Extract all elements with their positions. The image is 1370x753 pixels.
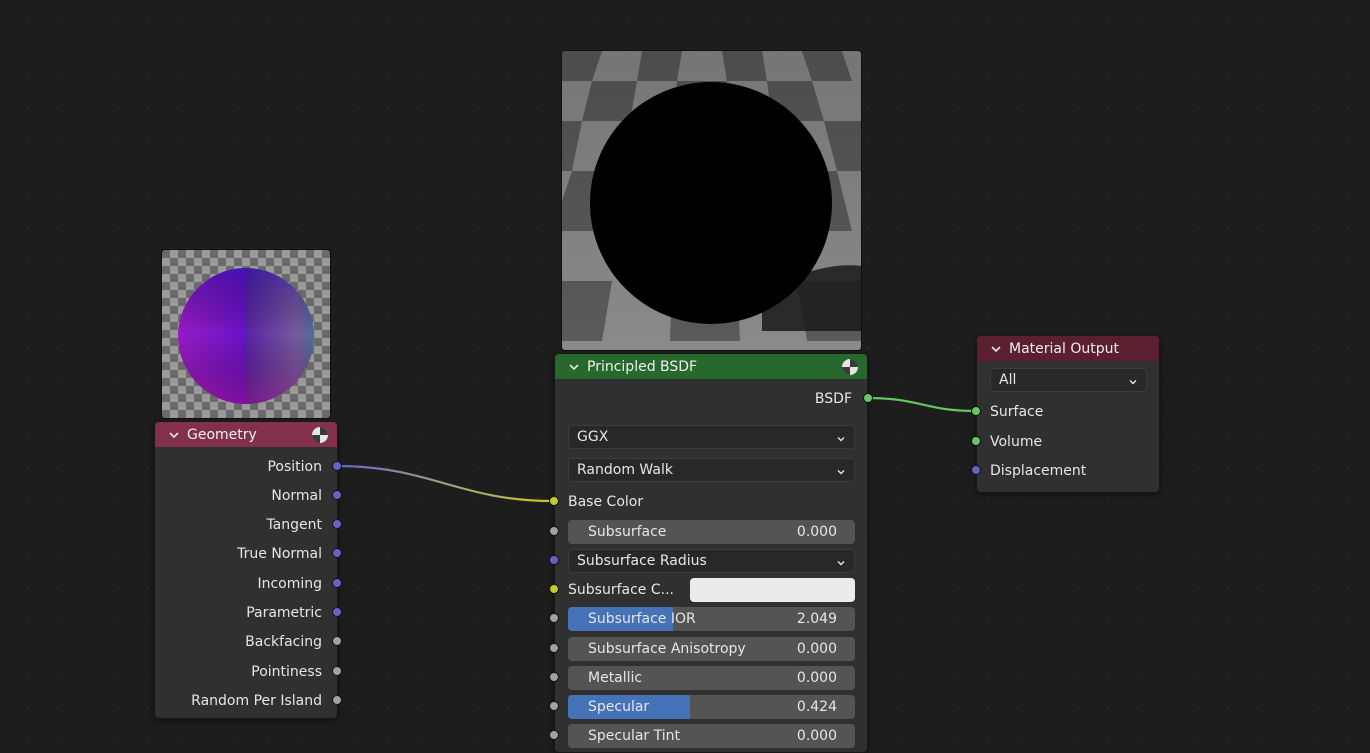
subsurface-slider[interactable]: Subsurface 0.000 [568, 520, 855, 544]
subsurface-anisotropy-slider[interactable]: Subsurface Anisotropy 0.000 [568, 637, 855, 661]
socket-subsurface-ior[interactable] [549, 613, 559, 623]
specular-slider[interactable]: Specular 0.424 [568, 695, 855, 719]
geometry-node[interactable]: Geometry Position Normal Tangent True No… [154, 421, 338, 719]
bsdf-node-header[interactable]: Principled BSDF [555, 354, 867, 379]
socket-bsdf-output[interactable] [863, 393, 873, 403]
chevron-down-icon[interactable] [167, 428, 181, 442]
socket-metallic[interactable] [549, 672, 559, 682]
link-position-to-base-color [336, 464, 554, 503]
bsdf-preview-image [562, 51, 861, 350]
socket-subsurface-radius[interactable] [549, 555, 559, 565]
chevron-down-icon [1128, 375, 1138, 385]
material-preview-ball-icon[interactable] [311, 426, 329, 444]
input-base-color: Base Color [568, 494, 644, 510]
output-tangent: Tangent [266, 517, 322, 533]
geometry-node-title: Geometry [187, 426, 257, 443]
link-bsdf-to-surface [867, 396, 977, 413]
material-output-node[interactable]: Material Output All Surface Volume Displ… [976, 335, 1160, 493]
input-displacement: Displacement [990, 463, 1087, 479]
input-surface: Surface [990, 404, 1044, 420]
socket-true-normal[interactable] [332, 548, 342, 558]
output-position: Position [267, 459, 322, 475]
subsurface-radius-dropdown[interactable]: Subsurface Radius [568, 549, 855, 573]
chevron-down-icon [836, 432, 846, 442]
output-node-title: Material Output [1009, 340, 1119, 357]
output-pointiness: Pointiness [251, 664, 322, 680]
principled-bsdf-node[interactable]: Principled BSDF BSDF GGX Random Walk Bas… [554, 353, 868, 753]
material-preview-ball-icon[interactable] [841, 358, 859, 376]
socket-subsurface-color[interactable] [549, 584, 559, 594]
output-normal: Normal [271, 488, 322, 504]
output-backfacing: Backfacing [245, 634, 322, 650]
subsurface-method-dropdown[interactable]: Random Walk [568, 458, 855, 482]
socket-specular-tint[interactable] [549, 730, 559, 740]
socket-pointiness[interactable] [332, 666, 342, 676]
socket-base-color[interactable] [549, 496, 559, 506]
geometry-preview [161, 249, 331, 419]
node-editor-canvas[interactable]: Geometry Position Normal Tangent True No… [0, 0, 1370, 753]
output-true-normal: True Normal [237, 546, 322, 562]
socket-backfacing[interactable] [332, 636, 342, 646]
geometry-node-header[interactable]: Geometry [155, 422, 337, 447]
socket-incoming[interactable] [332, 578, 342, 588]
specular-tint-slider[interactable]: Specular Tint 0.000 [568, 724, 855, 748]
chevron-down-icon[interactable] [567, 360, 581, 374]
socket-position[interactable] [332, 461, 342, 471]
socket-volume[interactable] [971, 436, 981, 446]
subsurface-ior-slider[interactable]: Subsurface IOR 2.049 [568, 607, 855, 631]
socket-normal[interactable] [332, 490, 342, 500]
socket-tangent[interactable] [332, 519, 342, 529]
subsurface-color-field[interactable] [690, 578, 855, 602]
metallic-slider[interactable]: Metallic 0.000 [568, 666, 855, 690]
output-random-per-island: Random Per Island [191, 693, 322, 709]
output-node-header[interactable]: Material Output [977, 336, 1159, 361]
socket-random-per-island[interactable] [332, 695, 342, 705]
socket-subsurface[interactable] [549, 526, 559, 536]
output-bsdf: BSDF [814, 391, 852, 407]
bsdf-node-title: Principled BSDF [587, 358, 698, 375]
chevron-down-icon[interactable] [989, 342, 1003, 356]
socket-displacement[interactable] [971, 465, 981, 475]
socket-subsurface-anisotropy[interactable] [549, 643, 559, 653]
socket-surface[interactable] [971, 406, 981, 416]
output-parametric: Parametric [246, 605, 322, 621]
input-volume: Volume [990, 434, 1043, 450]
output-target-dropdown[interactable]: All [990, 368, 1147, 392]
chevron-down-icon [836, 465, 846, 475]
socket-parametric[interactable] [332, 607, 342, 617]
bsdf-preview [561, 50, 862, 351]
geometry-preview-image [162, 250, 330, 418]
socket-specular[interactable] [549, 701, 559, 711]
chevron-down-icon [836, 556, 846, 566]
output-incoming: Incoming [257, 576, 322, 592]
distribution-dropdown[interactable]: GGX [568, 425, 855, 449]
